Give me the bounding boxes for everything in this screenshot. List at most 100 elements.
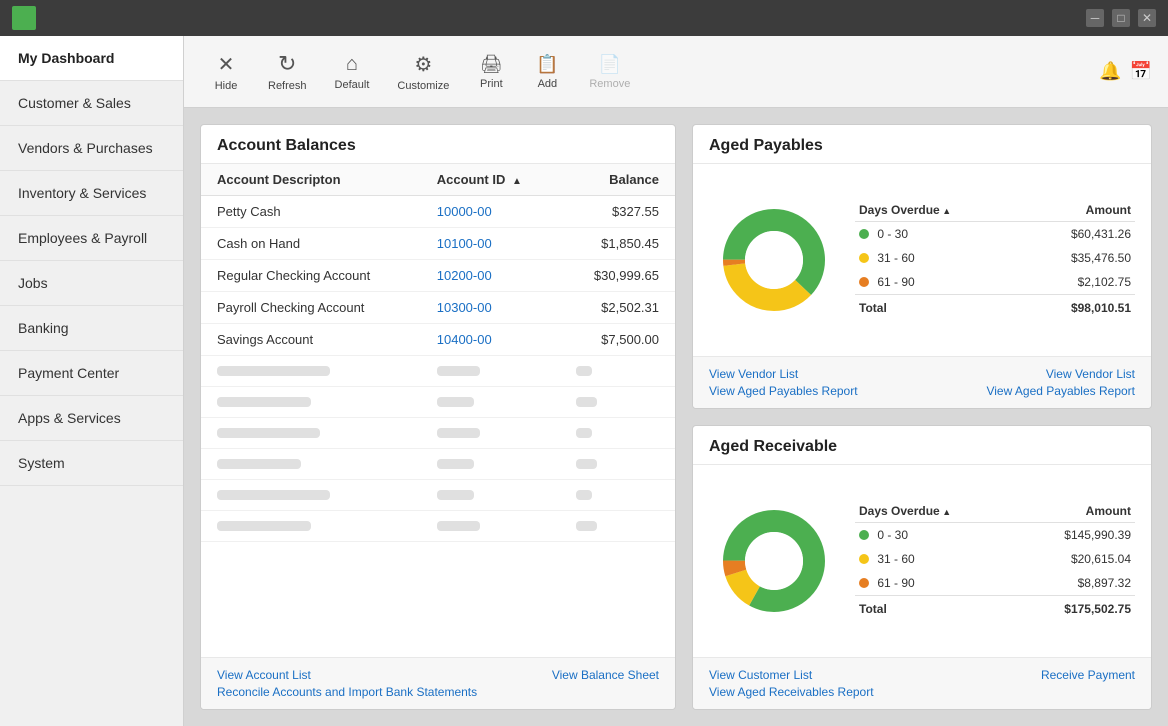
payables-footer-right: View Vendor List View Aged Payables Repo… — [986, 367, 1135, 398]
skeleton-cell — [201, 356, 421, 387]
remove-button[interactable]: 📄 Remove — [577, 48, 642, 96]
receivable-amount-header: Amount — [1015, 502, 1135, 523]
legend-amount: $145,990.39 — [1015, 522, 1135, 547]
footer-left: View Account List Reconcile Accounts and… — [217, 668, 477, 699]
legend-dot — [859, 253, 869, 263]
account-description: Petty Cash — [201, 196, 421, 228]
aged-payables-panel: Aged Payables — [692, 124, 1152, 409]
account-id-link[interactable]: 10400-00 — [421, 324, 560, 356]
aged-receivable-panel: Aged Receivable — [692, 425, 1152, 710]
skeleton-cell — [560, 480, 675, 511]
aged-receivable-content: Days Overdue Amount 0 - 30 $145,990.39 3… — [693, 465, 1151, 657]
view-vendor-list-link-right[interactable]: View Vendor List — [1046, 367, 1135, 381]
legend-row: 61 - 90 $8,897.32 — [855, 571, 1135, 596]
skeleton-cell — [421, 480, 560, 511]
view-account-list-link[interactable]: View Account List — [217, 668, 477, 682]
legend-label: 0 - 30 — [855, 522, 1015, 547]
view-aged-payables-report-link-left[interactable]: View Aged Payables Report — [709, 384, 858, 398]
account-description: Payroll Checking Account — [201, 292, 421, 324]
total-amount: $98,010.51 — [1022, 294, 1135, 320]
add-button[interactable]: 📋 Add — [521, 48, 573, 96]
skeleton-row — [201, 480, 675, 511]
skeleton-cell — [421, 387, 560, 418]
sidebar-item-vendors-purchases[interactable]: Vendors & Purchases — [0, 126, 183, 171]
sidebar-item-system[interactable]: System — [0, 441, 183, 486]
sidebar-item-apps-services[interactable]: Apps & Services — [0, 396, 183, 441]
reconcile-accounts-link[interactable]: Reconcile Accounts and Import Bank State… — [217, 685, 477, 699]
view-balance-sheet-link[interactable]: View Balance Sheet — [552, 668, 659, 682]
view-aged-payables-report-link-right[interactable]: View Aged Payables Report — [986, 384, 1135, 398]
total-amount: $175,502.75 — [1015, 595, 1135, 621]
sidebar-item-inventory-services[interactable]: Inventory & Services — [0, 171, 183, 216]
default-icon: ⌂ — [346, 53, 358, 76]
customize-button[interactable]: ⚙ Customize — [385, 46, 461, 98]
skeleton-cell — [201, 387, 421, 418]
notification-icon[interactable]: 🔔 — [1099, 61, 1121, 82]
receivable-footer-right: Receive Payment — [1041, 668, 1135, 699]
skeleton-cell — [560, 449, 675, 480]
legend-row: 0 - 30 $60,431.26 — [855, 221, 1135, 246]
print-label: Print — [480, 78, 503, 90]
legend-dot — [859, 530, 869, 540]
legend-amount: $2,102.75 — [1022, 270, 1135, 295]
account-row: Savings Account 10400-00 $7,500.00 — [201, 324, 675, 356]
remove-label: Remove — [589, 78, 630, 90]
legend-dot — [859, 578, 869, 588]
account-balances-title: Account Balances — [201, 125, 675, 164]
close-button[interactable]: ✕ — [1138, 9, 1156, 27]
account-description: Regular Checking Account — [201, 260, 421, 292]
sidebar-item-my-dashboard[interactable]: My Dashboard — [0, 36, 183, 81]
sidebar-item-jobs[interactable]: Jobs — [0, 261, 183, 306]
account-balances-table-container: Account Descripton Account ID ▲ Balance — [201, 164, 675, 657]
sidebar-item-employees-payroll[interactable]: Employees & Payroll — [0, 216, 183, 261]
view-vendor-list-link-left[interactable]: View Vendor List — [709, 367, 858, 381]
skeleton-cell — [560, 511, 675, 542]
receivable-days-header: Days Overdue — [855, 502, 1015, 523]
remove-icon: 📄 — [599, 54, 621, 75]
skeleton-row — [201, 387, 675, 418]
calendar-icon[interactable]: 📅 — [1130, 61, 1152, 82]
receive-payment-link[interactable]: Receive Payment — [1041, 668, 1135, 682]
skeleton-cell — [560, 356, 675, 387]
hide-button[interactable]: ✕ Hide — [200, 46, 252, 98]
legend-label: 61 - 90 — [855, 571, 1015, 596]
aged-payables-donut — [709, 195, 839, 325]
col-balance: Balance — [560, 164, 675, 196]
view-customer-list-link[interactable]: View Customer List — [709, 668, 874, 682]
sidebar-item-payment-center[interactable]: Payment Center — [0, 351, 183, 396]
skeleton-cell — [421, 511, 560, 542]
receivable-footer-left: View Customer List View Aged Receivables… — [709, 668, 874, 699]
dashboard: Account Balances Account Descripton Acco… — [184, 108, 1168, 726]
col-account-id[interactable]: Account ID ▲ — [421, 164, 560, 196]
aged-receivable-title: Aged Receivable — [693, 426, 1151, 465]
account-balance: $30,999.65 — [560, 260, 675, 292]
print-icon: 🖨 — [480, 54, 503, 75]
maximize-button[interactable]: □ — [1112, 9, 1130, 27]
legend-amount: $20,615.04 — [1015, 547, 1135, 571]
skeleton-cell — [201, 480, 421, 511]
default-button[interactable]: ⌂ Default — [323, 47, 382, 97]
refresh-label: Refresh — [268, 80, 307, 92]
skeleton-cell — [201, 511, 421, 542]
toolbar-right-icons: 🔔 📅 — [1099, 61, 1152, 82]
skeleton-cell — [560, 387, 675, 418]
account-balances-table: Account Descripton Account ID ▲ Balance — [201, 164, 675, 542]
legend-dot — [859, 229, 869, 239]
sidebar-item-banking[interactable]: Banking — [0, 306, 183, 351]
account-id-link[interactable]: 10200-00 — [421, 260, 560, 292]
account-id-link[interactable]: 10300-00 — [421, 292, 560, 324]
account-balance: $327.55 — [560, 196, 675, 228]
legend-row: 0 - 30 $145,990.39 — [855, 522, 1135, 547]
window-controls[interactable]: ─ □ ✕ — [1086, 9, 1156, 27]
legend-total-row: Total $175,502.75 — [855, 595, 1135, 621]
minimize-button[interactable]: ─ — [1086, 9, 1104, 27]
legend-row: 61 - 90 $2,102.75 — [855, 270, 1135, 295]
account-id-link[interactable]: 10000-00 — [421, 196, 560, 228]
refresh-button[interactable]: ↻ Refresh — [256, 45, 319, 98]
print-button[interactable]: 🖨 Print — [465, 48, 517, 96]
view-aged-receivables-report-link[interactable]: View Aged Receivables Report — [709, 685, 874, 699]
customize-label: Customize — [397, 80, 449, 92]
account-id-link[interactable]: 10100-00 — [421, 228, 560, 260]
sidebar-item-customer-sales[interactable]: Customer & Sales — [0, 81, 183, 126]
add-icon: 📋 — [536, 54, 558, 75]
